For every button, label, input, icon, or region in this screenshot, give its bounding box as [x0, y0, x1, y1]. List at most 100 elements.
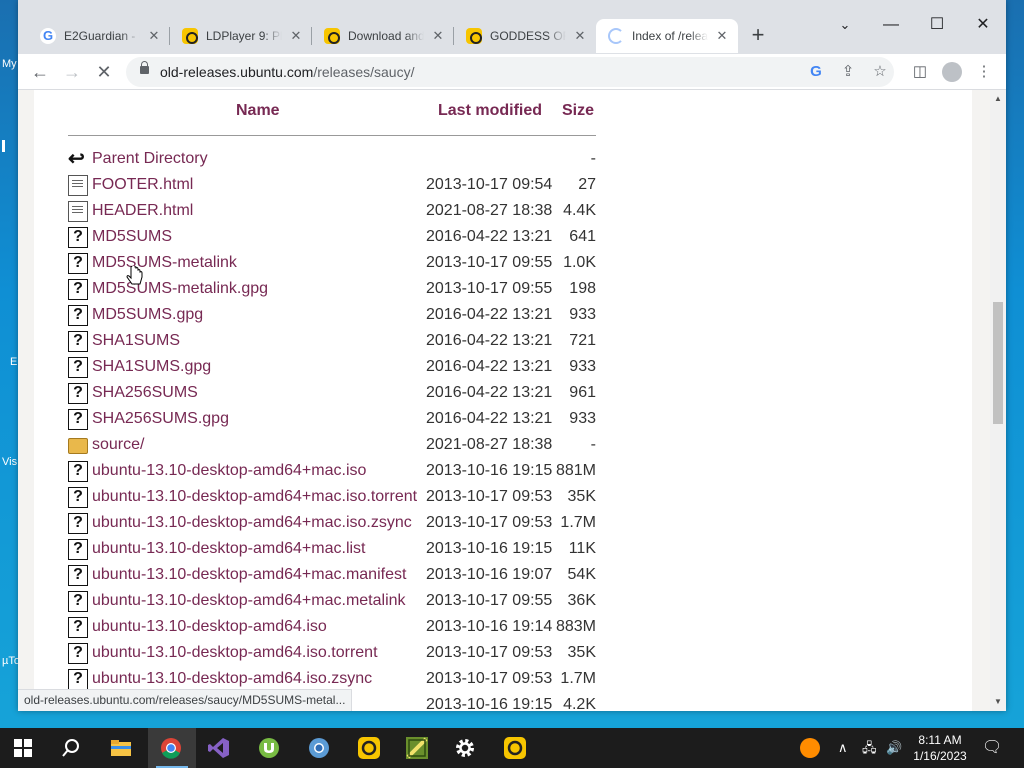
taskbar-settings[interactable]	[442, 728, 490, 768]
file-link[interactable]: SHA1SUMS	[92, 332, 180, 350]
size-cell: 198	[569, 280, 596, 297]
scrollbar-thumb[interactable]	[993, 302, 1003, 424]
vertical-scrollbar[interactable]: ▲ ▼	[990, 90, 1006, 711]
volume-icon[interactable]: 🔊	[886, 728, 902, 768]
unknown-file-icon[interactable]: ?	[68, 539, 88, 560]
close-icon[interactable]: ✕	[288, 28, 304, 44]
tab-search-chevron-icon[interactable]: ⌄	[822, 10, 868, 40]
unknown-file-icon[interactable]: ?	[68, 383, 88, 404]
unknown-file-icon[interactable]: ?	[68, 487, 88, 508]
unknown-file-icon[interactable]: ?	[68, 461, 88, 482]
unknown-file-icon[interactable]: ?	[68, 591, 88, 612]
unknown-file-icon[interactable]: ?	[68, 409, 88, 430]
tab-ldplayer[interactable]: LDPlayer 9: Pla ✕	[170, 19, 312, 53]
unknown-file-icon[interactable]: ?	[68, 669, 88, 690]
unknown-file-icon[interactable]: ?	[68, 279, 88, 300]
file-link[interactable]: HEADER.html	[92, 202, 193, 220]
close-icon[interactable]: ✕	[714, 28, 730, 44]
file-link[interactable]: ubuntu-13.10-desktop-amd64+mac.list	[92, 540, 366, 558]
file-link[interactable]: SHA1SUMS.gpg	[92, 358, 211, 376]
folder-icon[interactable]	[68, 438, 88, 454]
file-link[interactable]: ubuntu-13.10-desktop-amd64.iso.torrent	[92, 644, 378, 662]
taskbar-search[interactable]	[48, 728, 96, 768]
taskbar-utorrent[interactable]	[246, 728, 294, 768]
unknown-file-icon[interactable]: ?	[68, 643, 88, 664]
profile-avatar-icon[interactable]	[942, 62, 962, 82]
maximize-icon[interactable]: ☐	[914, 10, 960, 40]
file-link[interactable]: ubuntu-13.10-desktop-amd64+mac.iso.torre…	[92, 488, 417, 506]
file-link[interactable]: ubuntu-13.10-desktop-amd64.iso	[92, 618, 327, 636]
back-icon[interactable]	[68, 146, 88, 171]
file-link[interactable]: MD5SUMS-metalink	[92, 254, 237, 272]
file-link[interactable]: ubuntu-13.10-desktop-amd64+mac.manifest	[92, 566, 406, 584]
share-icon[interactable]: ⇪	[838, 62, 858, 82]
unknown-file-icon[interactable]: ?	[68, 617, 88, 638]
network-icon[interactable]: 🖧	[862, 728, 877, 768]
file-link[interactable]: MD5SUMS.gpg	[92, 306, 203, 324]
stop-loading-icon[interactable]: ✕	[90, 58, 118, 86]
taskbar-app[interactable]	[394, 728, 442, 768]
unknown-file-icon[interactable]: ?	[68, 331, 88, 352]
unknown-file-icon[interactable]: ?	[68, 253, 88, 274]
google-lens-icon[interactable]: G	[806, 62, 826, 82]
file-link[interactable]: MD5SUMS-metalink.gpg	[92, 280, 268, 298]
scroll-up-arrow-icon[interactable]: ▲	[990, 92, 1006, 106]
file-link[interactable]: SHA256SUMS	[92, 384, 198, 402]
unknown-file-icon[interactable]: ?	[68, 305, 88, 326]
back-arrow-icon[interactable]: ←	[26, 58, 54, 86]
lock-icon[interactable]	[140, 61, 149, 74]
unknown-file-icon[interactable]: ?	[68, 227, 88, 248]
desktop-icon-label[interactable]: E	[10, 356, 17, 368]
column-header-last-modified[interactable]: Last modified	[438, 102, 542, 120]
unknown-file-icon[interactable]: ?	[68, 513, 88, 534]
taskbar-clock[interactable]: 8:11 AM 1/16/2023	[905, 732, 975, 764]
unknown-file-icon[interactable]: ?	[68, 565, 88, 586]
url-text[interactable]: old-releases.ubuntu.com/releases/saucy/	[160, 64, 414, 80]
close-icon[interactable]: ✕	[572, 28, 588, 44]
text-file-icon[interactable]	[68, 201, 88, 222]
notifications-icon[interactable]: 🗨	[982, 728, 1002, 768]
file-link[interactable]: ubuntu-13.10-desktop-amd64+mac.metalink	[92, 592, 406, 610]
taskbar-ldplayer[interactable]	[346, 728, 394, 768]
tray-app-icon[interactable]	[800, 738, 820, 758]
text-file-icon[interactable]	[68, 175, 88, 196]
file-link[interactable]: Parent Directory	[92, 150, 208, 168]
file-link[interactable]: source/	[92, 436, 144, 454]
taskbar-file-explorer[interactable]	[98, 728, 146, 768]
close-window-icon[interactable]: ✕	[960, 10, 1006, 40]
file-link[interactable]: ubuntu-13.10-desktop-amd64+mac.iso.zsync	[92, 514, 412, 532]
close-icon[interactable]: ✕	[146, 28, 162, 44]
column-header-name[interactable]: Name	[236, 102, 280, 120]
taskbar-visual-studio[interactable]	[196, 728, 244, 768]
size-cell: -	[590, 436, 596, 453]
desktop-icon-label[interactable]: My	[2, 58, 17, 70]
tab-index-of-releases[interactable]: Index of /relea ✕	[596, 19, 738, 53]
desktop-icon[interactable]	[2, 140, 5, 152]
forward-arrow-icon[interactable]: →	[58, 58, 86, 86]
start-button[interactable]	[0, 728, 48, 768]
tray-chevron-up-icon[interactable]: ∧	[838, 728, 848, 768]
address-bar[interactable]: old-releases.ubuntu.com/releases/saucy/ …	[126, 57, 894, 87]
menu-kebab-icon[interactable]: ⋮	[974, 62, 994, 82]
bookmark-star-icon[interactable]: ☆	[870, 62, 890, 82]
tab-e2guardian[interactable]: G E2Guardian - U ✕	[28, 19, 170, 53]
file-link[interactable]: ubuntu-13.10-desktop-amd64.iso.zsync	[92, 670, 372, 688]
desktop-icon-label[interactable]: Vis	[2, 456, 17, 468]
scroll-down-arrow-icon[interactable]: ▼	[990, 695, 1006, 709]
close-icon[interactable]: ✕	[430, 28, 446, 44]
tab-download[interactable]: Download and ✕	[312, 19, 454, 53]
taskbar-chromium[interactable]	[296, 728, 344, 768]
minimize-icon[interactable]: —	[868, 10, 914, 40]
file-link[interactable]: ubuntu-13.10-desktop-amd64+mac.iso	[92, 462, 366, 480]
taskbar-chrome[interactable]	[148, 728, 196, 768]
tab-goddess[interactable]: GODDESS OF ✕	[454, 19, 596, 53]
size-cell: 933	[569, 306, 596, 323]
file-link[interactable]: MD5SUMS	[92, 228, 172, 246]
unknown-file-icon[interactable]: ?	[68, 357, 88, 378]
file-link[interactable]: SHA256SUMS.gpg	[92, 410, 229, 428]
file-link[interactable]: FOOTER.html	[92, 176, 193, 194]
column-header-size[interactable]: Size	[562, 102, 594, 120]
new-tab-button[interactable]: +	[746, 24, 770, 48]
side-panel-icon[interactable]: ◫	[910, 62, 930, 82]
taskbar-ldplayer[interactable]	[492, 728, 540, 768]
